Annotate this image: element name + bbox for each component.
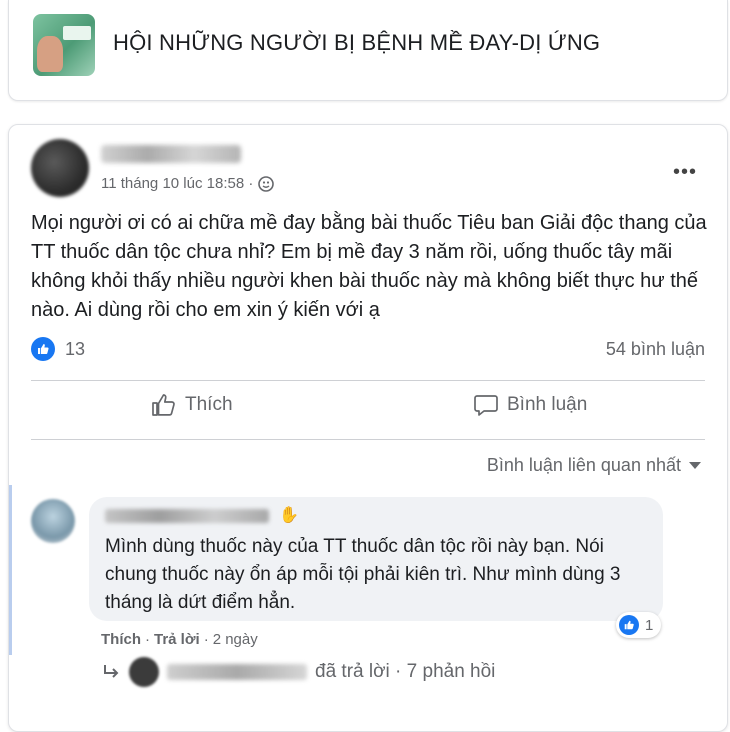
author-name-redacted[interactable] bbox=[101, 145, 241, 163]
view-replies-link[interactable]: đã trả lời · 7 phản hồi bbox=[101, 657, 495, 687]
thread-indicator bbox=[9, 485, 12, 655]
group-cover-thumbnail[interactable] bbox=[33, 14, 95, 76]
comment-sort-dropdown[interactable]: Bình luận liên quan nhất bbox=[487, 455, 701, 476]
comment-reaction-count: 1 bbox=[645, 616, 654, 634]
separator-dot: · bbox=[203, 631, 209, 648]
like-reaction-icon bbox=[31, 337, 55, 361]
like-button-label: Thích bbox=[185, 394, 233, 415]
like-count: 13 bbox=[65, 338, 86, 359]
comment-reply-link[interactable]: Trả lời bbox=[154, 631, 200, 648]
replier-name-redacted bbox=[167, 664, 307, 680]
more-options-icon[interactable]: ••• bbox=[673, 161, 697, 184]
comment-button[interactable]: Bình luận bbox=[473, 393, 587, 417]
post-card: 11 tháng 10 lúc 18:58 · ••• Mọi người ơi… bbox=[8, 124, 728, 732]
cover-image-banner bbox=[63, 26, 91, 40]
post-meta: 11 tháng 10 lúc 18:58 · bbox=[101, 175, 275, 192]
comment-bubble: ✋ Mình dùng thuốc này của TT thuốc dân t… bbox=[89, 497, 663, 621]
thumbs-up-icon bbox=[152, 394, 175, 416]
commenter-avatar[interactable] bbox=[31, 499, 75, 543]
cover-image-skin bbox=[37, 36, 63, 72]
comment-text: Mình dùng thuốc này của TT thuốc dân tộc… bbox=[105, 536, 621, 613]
public-globe-icon bbox=[258, 175, 275, 192]
like-button[interactable]: Thích bbox=[151, 393, 233, 417]
reply-arrow-icon bbox=[104, 665, 119, 678]
comment-age[interactable]: 2 ngày bbox=[213, 631, 258, 648]
author-avatar[interactable] bbox=[31, 139, 89, 197]
commenter-name-redacted[interactable] bbox=[105, 509, 269, 523]
sort-label: Bình luận liên quan nhất bbox=[486, 455, 681, 475]
comment-actions: Thích · Trả lời · 2 ngày bbox=[101, 631, 258, 648]
divider bbox=[31, 380, 705, 381]
comment-reactions[interactable]: 1 bbox=[616, 612, 662, 638]
comment-button-label: Bình luận bbox=[507, 394, 588, 415]
post-reactions[interactable]: 13 bbox=[31, 337, 85, 361]
comment-like-link[interactable]: Thích bbox=[101, 631, 141, 648]
comment-count[interactable]: 54 bình luận bbox=[606, 339, 705, 360]
post-timestamp[interactable]: 11 tháng 10 lúc 18:58 · bbox=[101, 175, 253, 192]
reply-summary: đã trả lời · 7 phản hồi bbox=[315, 661, 496, 682]
group-header-card: HỘI NHỮNG NGƯỜI BỊ BỆNH MỀ ĐAY-DỊ ỨNG bbox=[8, 0, 728, 101]
group-title[interactable]: HỘI NHỮNG NGƯỜI BỊ BỆNH MỀ ĐAY-DỊ ỨNG bbox=[113, 30, 600, 56]
replier-avatar bbox=[129, 657, 159, 687]
divider bbox=[31, 439, 705, 440]
like-reaction-icon bbox=[619, 615, 639, 635]
comment-bubble-icon bbox=[474, 395, 498, 416]
separator-dot: · bbox=[145, 631, 150, 648]
wave-hand-icon: ✋ bbox=[279, 507, 299, 524]
post-body-text: Mọi người ơi có ai chữa mề đay bằng bài … bbox=[31, 212, 707, 321]
caret-down-icon bbox=[689, 462, 701, 469]
